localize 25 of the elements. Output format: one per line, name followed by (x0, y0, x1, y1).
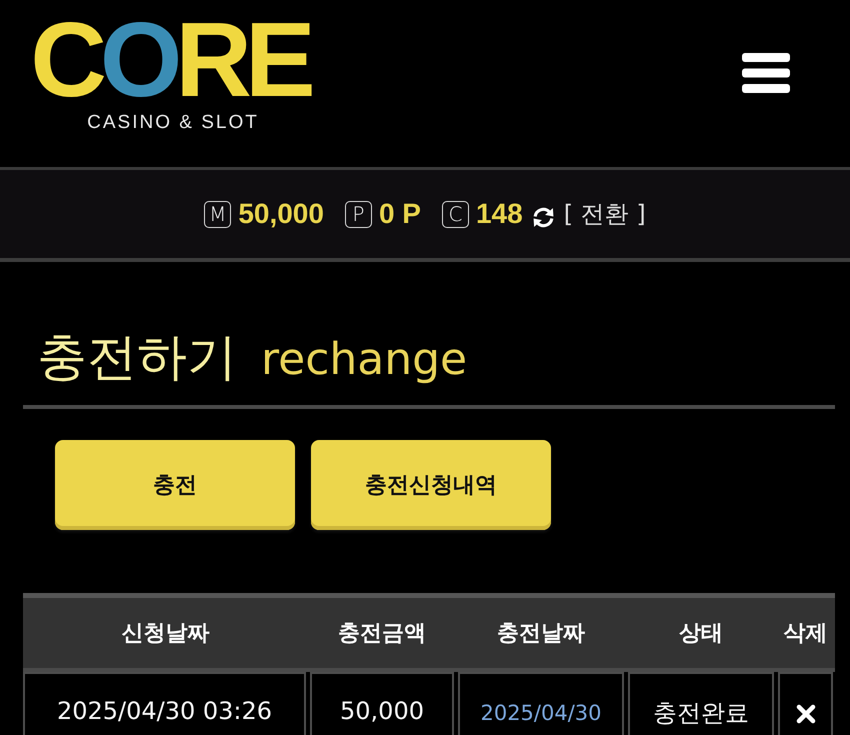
tab-button[interactable]: 충전 (55, 440, 295, 530)
refresh-icon[interactable] (530, 204, 556, 230)
column-header: 신청날짜 (120, 620, 210, 648)
letter-badge: M (204, 200, 232, 228)
tab-button[interactable]: 충전신청내역 (311, 440, 551, 530)
balance-value: 0 P (378, 198, 421, 230)
table-cell: 2025/04/30 03:26 (23, 672, 306, 735)
column-header: 충전금액 (337, 620, 427, 648)
column-header: 충전날짜 (496, 620, 586, 648)
table-cell: 2025/04/30 (458, 672, 624, 735)
close-icon[interactable] (796, 704, 816, 724)
balance-value: 148 (476, 198, 523, 230)
table-cell: 충전완료 (628, 672, 774, 735)
logo-wordmark: CORE (30, 14, 316, 106)
letter-badge: C (442, 200, 469, 228)
convert-link[interactable]: [ 전환 ] (564, 198, 646, 230)
table-cell: 50,000 (310, 672, 454, 735)
column-header: 삭제 (782, 620, 828, 648)
balance-value: 50,000 (238, 198, 324, 230)
menu-icon[interactable] (742, 53, 790, 93)
page-title: 충전하기 (37, 327, 237, 387)
logo-tagline: CASINO & SLOT (87, 112, 259, 134)
page-subtitle: rechange (261, 333, 468, 387)
letter-badge: P (344, 200, 372, 228)
column-header: 상태 (678, 620, 724, 648)
